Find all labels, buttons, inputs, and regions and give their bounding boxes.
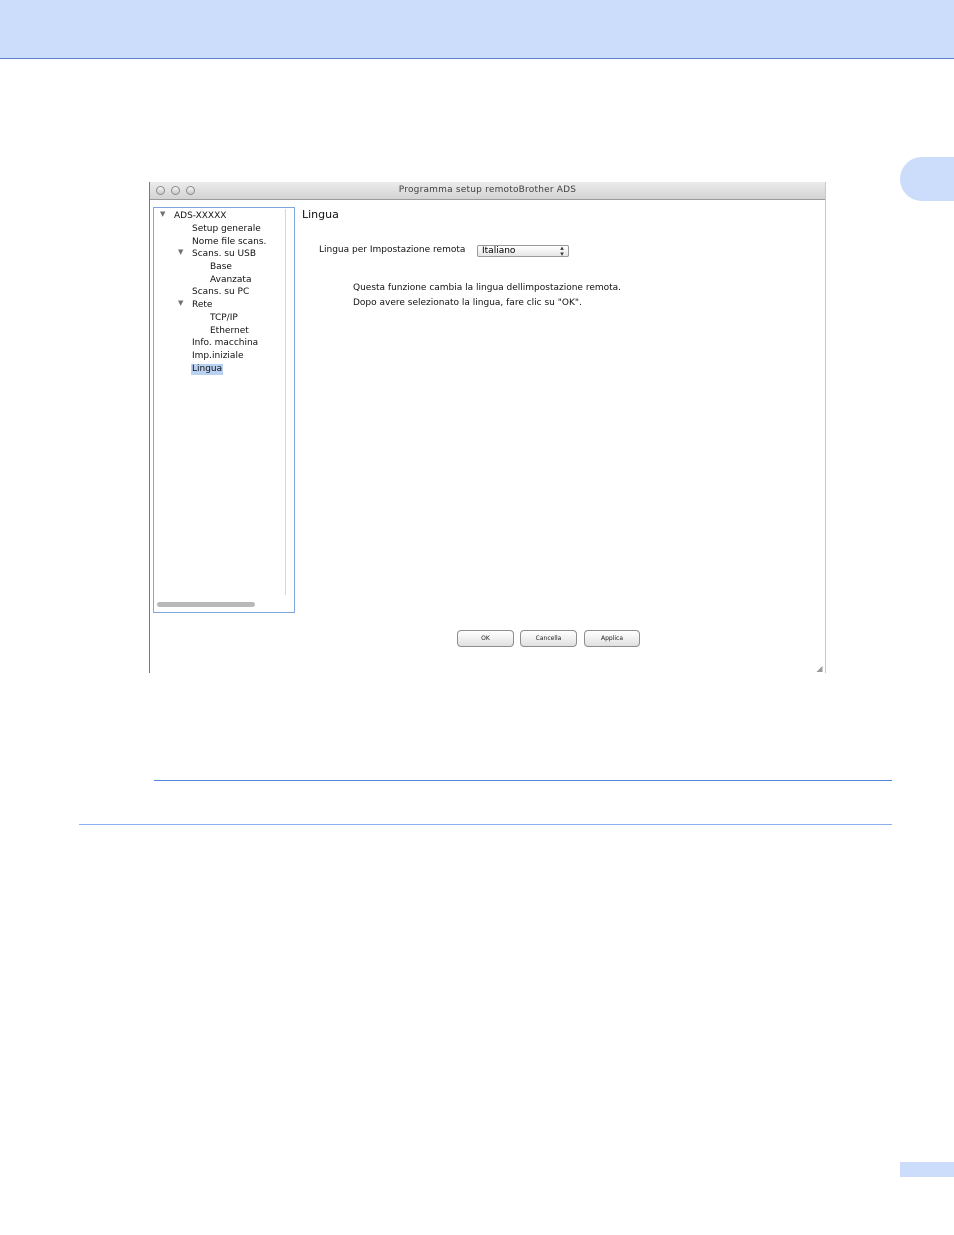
tree-item-tcpip[interactable]: TCP/IP xyxy=(210,313,238,324)
resize-grip-icon[interactable]: ◢ xyxy=(815,664,824,673)
window-titlebar[interactable]: Programma setup remotoBrother ADS xyxy=(150,182,825,200)
disclosure-triangle-icon[interactable]: ▼ xyxy=(160,210,165,219)
ok-button[interactable]: OK xyxy=(457,630,514,647)
page-header-band xyxy=(0,0,954,59)
settings-tree[interactable]: ▼ ADS-XXXXX Setup generale Nome file sca… xyxy=(153,207,295,613)
language-select-value: Italiano xyxy=(482,246,516,256)
apply-button[interactable]: Applica xyxy=(584,630,640,647)
section-title: Lingua xyxy=(302,208,339,221)
select-arrows-icon: ▴ ▾ xyxy=(560,244,564,258)
tree-item-device[interactable]: ADS-XXXXX xyxy=(174,211,226,222)
tree-item-rete[interactable]: Rete xyxy=(192,300,212,311)
disclosure-triangle-icon[interactable]: ▼ xyxy=(178,299,183,308)
tree-item-lingua[interactable]: Lingua xyxy=(191,364,224,375)
tree-item-ethernet[interactable]: Ethernet xyxy=(210,326,249,337)
remote-setup-window: Programma setup remotoBrother ADS ▼ ADS-… xyxy=(149,182,826,673)
description-line-2: Dopo avere selezionato la lingua, fare c… xyxy=(353,298,582,308)
description-line-1: Questa funzione cambia la lingua dellimp… xyxy=(353,283,622,293)
disclosure-triangle-icon[interactable]: ▼ xyxy=(178,248,183,257)
page-number-tab xyxy=(900,1162,954,1177)
tree-item-avanzata[interactable]: Avanzata xyxy=(210,275,251,286)
horizontal-scrollbar[interactable] xyxy=(157,602,255,607)
tree-item-scans-pc[interactable]: Scans. su PC xyxy=(192,287,249,298)
tree-item-nome-file[interactable]: Nome file scans. xyxy=(192,237,266,248)
tree-item-base[interactable]: Base xyxy=(210,262,232,273)
chapter-tab xyxy=(900,157,954,201)
language-label: Lingua per Impostazione remota xyxy=(319,245,466,255)
tree-item-scans-usb[interactable]: Scans. su USB xyxy=(192,249,256,260)
settings-tree-list: ▼ ADS-XXXXX Setup generale Nome file sca… xyxy=(155,209,286,595)
language-select[interactable]: Italiano ▴ ▾ xyxy=(477,244,569,258)
tree-item-imp-iniziale[interactable]: Imp.iniziale xyxy=(192,351,243,362)
tree-item-setup-generale[interactable]: Setup generale xyxy=(192,224,261,235)
window-title: Programma setup remotoBrother ADS xyxy=(398,185,577,195)
cancel-button[interactable]: Cancella xyxy=(520,630,577,647)
tree-item-info-macchina[interactable]: Info. macchina xyxy=(192,338,258,349)
page-divider xyxy=(79,824,892,825)
section-divider xyxy=(154,780,892,781)
